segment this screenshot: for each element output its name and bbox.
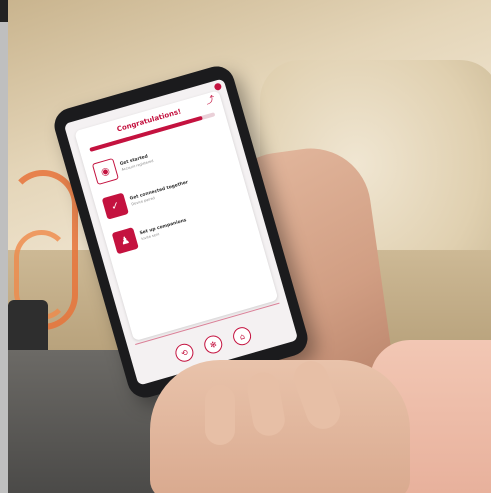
left-edge-dark [0,0,8,22]
photo-scene: Congratulations! ⤴ ◉ Get started Account… [0,0,491,493]
check-icon: ✓ [101,192,129,220]
people-icon: ♟ [111,227,139,255]
finger [205,385,235,445]
settings-icon[interactable]: ✻ [202,333,225,356]
notification-dot [213,82,223,92]
share-icon[interactable]: ⟲ [173,341,196,364]
target-icon: ◉ [91,157,119,186]
app-card: Congratulations! ⤴ ◉ Get started Account… [74,90,279,342]
left-edge-strip [0,0,8,493]
home-icon[interactable]: ⌂ [230,325,254,348]
